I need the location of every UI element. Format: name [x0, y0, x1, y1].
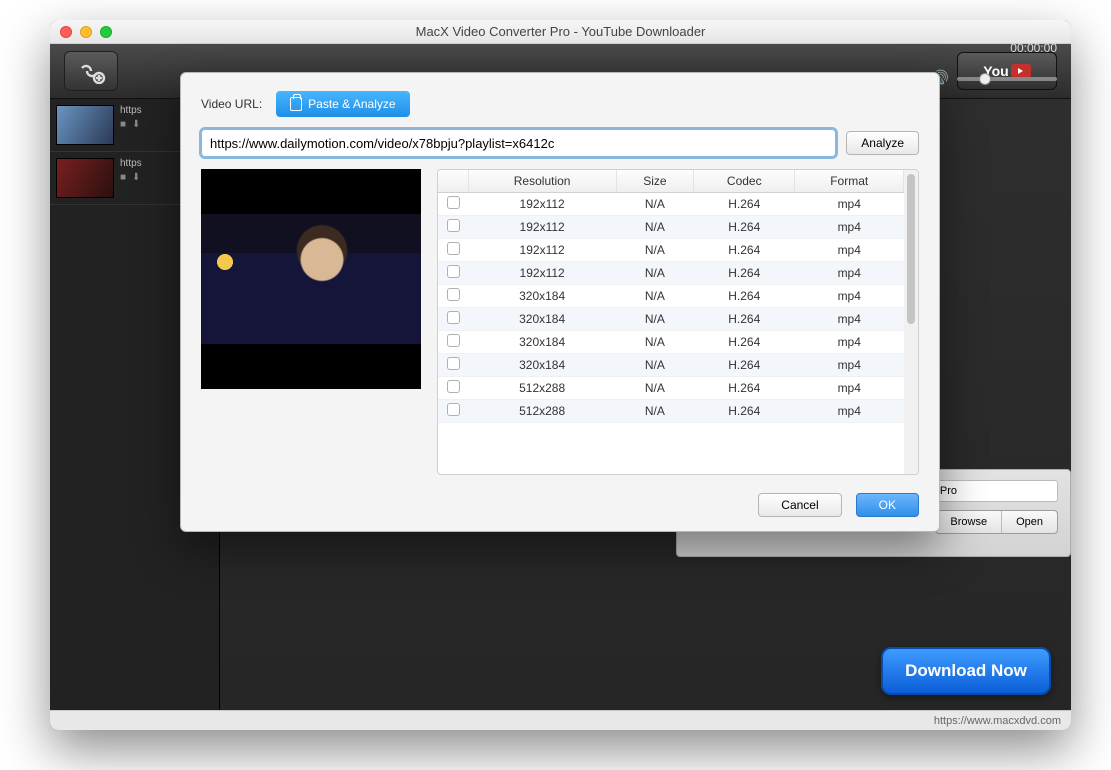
video-preview [201, 169, 421, 389]
cell-format: mp4 [795, 377, 904, 400]
cell-codec: H.264 [694, 239, 795, 262]
browse-button[interactable]: Browse [936, 511, 1001, 533]
cell-resolution: 192x112 [468, 216, 616, 239]
cell-format: mp4 [795, 216, 904, 239]
window-title: MacX Video Converter Pro - YouTube Downl… [50, 24, 1071, 39]
col-codec: Codec [694, 170, 795, 193]
preview-thumbnail [201, 214, 421, 344]
col-resolution: Resolution [468, 170, 616, 193]
table-row[interactable]: 320x184N/AH.264mp4 [438, 308, 904, 331]
cell-size: N/A [616, 216, 693, 239]
cell-size: N/A [616, 308, 693, 331]
cell-resolution: 320x184 [468, 308, 616, 331]
status-bar: https://www.macxdvd.com [50, 710, 1071, 730]
cell-codec: H.264 [694, 331, 795, 354]
link-plus-icon [76, 58, 106, 84]
open-button[interactable]: Open [1001, 511, 1057, 533]
ok-button[interactable]: OK [856, 493, 919, 517]
download-icon: ⬇ [132, 172, 140, 183]
clipboard-icon [290, 97, 302, 111]
cell-size: N/A [616, 239, 693, 262]
col-format: Format [795, 170, 904, 193]
cell-format: mp4 [795, 285, 904, 308]
cancel-button[interactable]: Cancel [758, 493, 841, 517]
cell-codec: H.264 [694, 308, 795, 331]
app-window: MacX Video Converter Pro - YouTube Downl… [50, 20, 1071, 730]
cell-codec: H.264 [694, 193, 795, 216]
analyze-button[interactable]: Analyze [846, 131, 919, 155]
download-icon: ⬇ [132, 119, 140, 130]
add-url-button[interactable] [64, 51, 118, 91]
queue-thumbnail [56, 105, 114, 145]
paste-analyze-label: Paste & Analyze [308, 97, 395, 111]
cell-resolution: 512x288 [468, 377, 616, 400]
cell-codec: H.264 [694, 262, 795, 285]
cell-size: N/A [616, 377, 693, 400]
table-row[interactable]: 320x184N/AH.264mp4 [438, 354, 904, 377]
paste-analyze-button[interactable]: Paste & Analyze [276, 91, 409, 117]
cell-size: N/A [616, 400, 693, 423]
table-row[interactable]: 192x112N/AH.264mp4 [438, 193, 904, 216]
table-header-row: Resolution Size Codec Format [438, 170, 904, 193]
cell-resolution: 320x184 [468, 285, 616, 308]
analyze-dialog: Video URL: Paste & Analyze Analyze [180, 72, 940, 532]
table-row[interactable]: 512x288N/AH.264mp4 [438, 400, 904, 423]
table-row[interactable]: 320x184N/AH.264mp4 [438, 331, 904, 354]
camera-icon: ■ [120, 119, 126, 130]
cell-resolution: 320x184 [468, 354, 616, 377]
cell-format: mp4 [795, 308, 904, 331]
volume-control[interactable]: 🔊 [929, 69, 1057, 89]
video-url-input[interactable] [201, 129, 836, 157]
table-scrollbar[interactable] [904, 170, 918, 474]
row-checkbox[interactable] [447, 265, 460, 278]
row-checkbox[interactable] [447, 242, 460, 255]
cell-resolution: 512x288 [468, 400, 616, 423]
cell-format: mp4 [795, 400, 904, 423]
cell-codec: H.264 [694, 354, 795, 377]
cell-format: mp4 [795, 262, 904, 285]
camera-icon: ■ [120, 172, 126, 183]
row-checkbox[interactable] [447, 357, 460, 370]
cell-resolution: 192x112 [468, 262, 616, 285]
cell-codec: H.264 [694, 285, 795, 308]
playback-time: 00:00:00 [1010, 41, 1057, 55]
volume-slider[interactable] [957, 77, 1057, 81]
queue-thumbnail [56, 158, 114, 198]
cell-resolution: 320x184 [468, 331, 616, 354]
download-now-button[interactable]: Download Now [881, 647, 1051, 695]
cell-size: N/A [616, 262, 693, 285]
table-row[interactable]: 320x184N/AH.264mp4 [438, 285, 904, 308]
row-checkbox[interactable] [447, 334, 460, 347]
cell-size: N/A [616, 285, 693, 308]
cell-size: N/A [616, 354, 693, 377]
table-row[interactable]: 192x112N/AH.264mp4 [438, 262, 904, 285]
video-url-label: Video URL: [201, 97, 262, 111]
cell-codec: H.264 [694, 216, 795, 239]
cell-codec: H.264 [694, 400, 795, 423]
cell-format: mp4 [795, 193, 904, 216]
footer-url: https://www.macxdvd.com [934, 715, 1061, 727]
cell-size: N/A [616, 331, 693, 354]
cell-resolution: 192x112 [468, 193, 616, 216]
cell-resolution: 192x112 [468, 239, 616, 262]
table-row[interactable]: 192x112N/AH.264mp4 [438, 216, 904, 239]
cell-size: N/A [616, 193, 693, 216]
cell-codec: H.264 [694, 377, 795, 400]
cell-format: mp4 [795, 239, 904, 262]
cell-format: mp4 [795, 331, 904, 354]
formats-table: Resolution Size Codec Format 192x112N/AH… [437, 169, 919, 475]
row-checkbox[interactable] [447, 311, 460, 324]
row-checkbox[interactable] [447, 196, 460, 209]
table-row[interactable]: 192x112N/AH.264mp4 [438, 239, 904, 262]
titlebar: MacX Video Converter Pro - YouTube Downl… [50, 20, 1071, 44]
col-size: Size [616, 170, 693, 193]
row-checkbox[interactable] [447, 403, 460, 416]
row-checkbox[interactable] [447, 380, 460, 393]
row-checkbox[interactable] [447, 219, 460, 232]
row-checkbox[interactable] [447, 288, 460, 301]
table-row[interactable]: 512x288N/AH.264mp4 [438, 377, 904, 400]
cell-format: mp4 [795, 354, 904, 377]
